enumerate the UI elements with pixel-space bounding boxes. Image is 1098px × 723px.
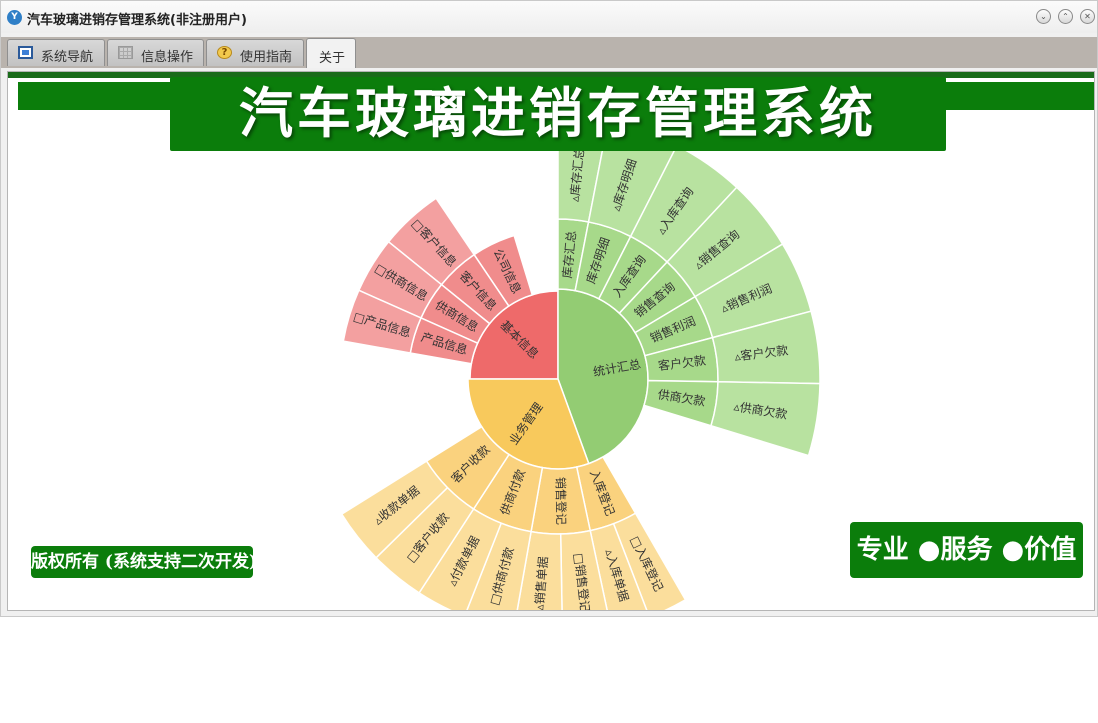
tab-label: 系统导航: [41, 50, 94, 65]
window-title: 汽车玻璃进销存管理系统(非注册用户): [27, 13, 247, 28]
help-icon: ?: [217, 46, 232, 59]
monitor-icon: [18, 46, 33, 59]
tab-bar: 系统导航 信息操作 ? 使用指南 关于: [1, 37, 1097, 68]
maximize-button[interactable]: ⌃: [1058, 9, 1073, 24]
grid-icon: [118, 46, 133, 59]
slogan-badge: 专业 ●服务 ●价值: [850, 522, 1083, 578]
tab-label: 信息操作: [141, 50, 194, 65]
tab-label: 关于: [319, 51, 346, 66]
minimize-button[interactable]: ⌄: [1036, 9, 1051, 24]
app-window: Y 汽车玻璃进销存管理系统(非注册用户) ⌄ ⌃ ✕ 系统导航 信息操作 ? 使…: [0, 0, 1098, 617]
sub-segment-label: 销售登记: [553, 477, 569, 525]
tab-label: 使用指南: [240, 50, 293, 65]
tab-system-nav[interactable]: 系统导航: [7, 39, 105, 66]
close-button[interactable]: ✕: [1080, 9, 1095, 24]
app-logo-icon: Y: [7, 10, 22, 25]
title-bar: Y 汽车玻璃进销存管理系统(非注册用户) ⌄ ⌃ ✕: [1, 1, 1097, 33]
title-banner: 汽车玻璃进销存管理系统: [170, 77, 946, 151]
about-panel: 基本信息 公司信息 客户信息 □客户信息 供商信息 □供商信息 产品信息 □产品信息 统计汇总库…: [7, 71, 1095, 611]
tab-about[interactable]: 关于: [306, 38, 356, 68]
copyright-badge: 版权所有 (系统支持二次开发): [31, 546, 257, 578]
system-title: 汽车玻璃进销存管理系统: [239, 82, 877, 145]
leaf-segment[interactable]: [710, 381, 821, 457]
tab-user-guide[interactable]: ? 使用指南: [206, 39, 304, 66]
tab-info-ops[interactable]: 信息操作: [107, 39, 204, 66]
